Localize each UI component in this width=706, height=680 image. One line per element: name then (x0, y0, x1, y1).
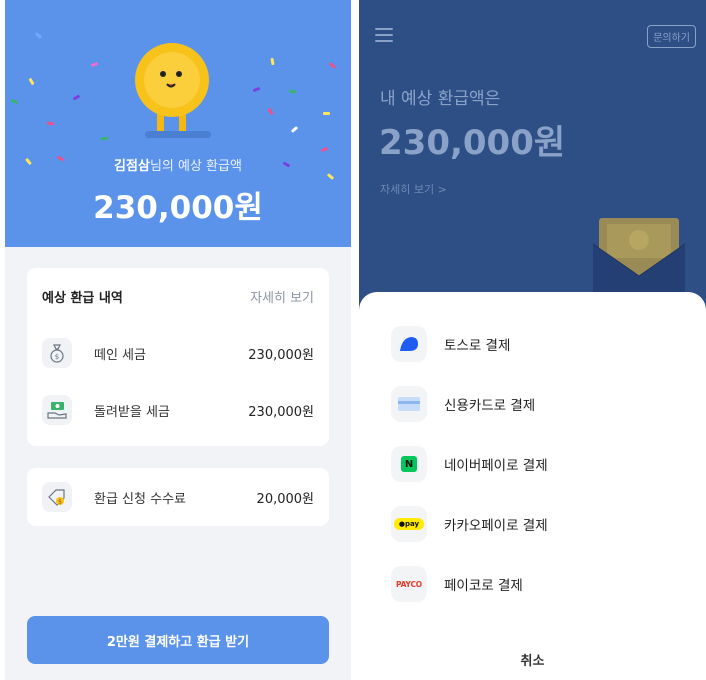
hamburger-menu-icon[interactable] (375, 28, 395, 42)
svg-text:$: $ (55, 353, 59, 361)
envelope-icon (592, 214, 686, 294)
confetti (10, 98, 19, 105)
refund-summary-screen: 김점삼님의 예상 환급액 230,000원 예상 환급 내역 자세히 보기 $ … (5, 0, 351, 680)
refund-breakdown-card: 예상 환급 내역 자세히 보기 $ 떼인 세금 230,000원 돌려받을 세금… (27, 268, 329, 446)
pay-option-toss[interactable]: 토스로 결제 (391, 326, 510, 362)
pay-option-payco[interactable]: PAYCO 페이코로 결제 (391, 566, 523, 602)
pay-and-refund-button[interactable]: 2만원 결제하고 환급 받기 (27, 616, 329, 664)
confetti (290, 126, 299, 133)
confetti (270, 57, 275, 66)
money-bag-icon: $ (42, 338, 72, 368)
confetti (34, 32, 43, 39)
pay-option-label: 토스로 결제 (444, 338, 511, 354)
confetti (328, 62, 337, 69)
pay-option-label: 페이코로 결제 (444, 578, 523, 594)
refund-amount: 230,000원 (379, 123, 566, 163)
refund-title: 내 예상 환급액은 (380, 89, 501, 109)
breakdown-row: 돌려받을 세금 230,000원 (42, 393, 314, 427)
row-label: 떼인 세금 (94, 347, 146, 363)
confetti (28, 77, 35, 86)
confetti (100, 136, 109, 141)
confetti (267, 107, 274, 116)
toss-icon (391, 326, 427, 362)
fee-row: $ 환급 신청 수수료 20,000원 (42, 480, 314, 514)
user-name: 김점삼 (114, 159, 150, 174)
cancel-button[interactable]: 취소 (359, 650, 706, 669)
row-value: 230,000원 (248, 347, 314, 363)
refund-amount: 230,000원 (93, 190, 263, 226)
credit-card-icon (391, 386, 427, 422)
breakdown-title: 예상 환급 내역 (42, 291, 123, 306)
confetti (323, 112, 330, 115)
confetti (320, 146, 329, 153)
payco-icon: PAYCO (391, 566, 427, 602)
naver-pay-mark: N (401, 456, 417, 472)
fee-tag-icon: $ (42, 482, 72, 512)
fee-value: 20,000원 (256, 491, 314, 507)
pay-option-label: 네이버페이로 결제 (444, 458, 548, 474)
cash-return-icon (42, 395, 72, 425)
refund-subtitle: 김점삼님의 예상 환급액 (5, 155, 351, 174)
breakdown-detail-link[interactable]: 자세히 보기 (250, 287, 314, 306)
confetti (326, 173, 335, 180)
pay-option-label: 신용카드로 결제 (444, 398, 536, 414)
detail-link[interactable]: 자세히 보기 > (380, 181, 447, 197)
confetti (72, 94, 81, 101)
subtitle-text: 님의 예상 환급액 (149, 159, 242, 174)
coin-mascot-icon (127, 38, 217, 138)
pay-option-naver-pay[interactable]: N 네이버페이로 결제 (391, 446, 548, 482)
inquiry-button[interactable]: 문의하기 (647, 25, 696, 48)
payment-method-screen: 문의하기 내 예상 환급액은 230,000원 자세히 보기 > 토스로 결제 (359, 0, 706, 680)
payco-mark: PAYCO (396, 579, 422, 589)
dimmed-header: 문의하기 내 예상 환급액은 230,000원 자세히 보기 > (359, 0, 706, 320)
kakao-pay-mark: ●pay (394, 518, 424, 530)
kakao-pay-icon: ●pay (391, 506, 427, 542)
refund-hero: 김점삼님의 예상 환급액 230,000원 (5, 0, 351, 247)
row-label: 돌려받을 세금 (94, 404, 170, 420)
breakdown-row: $ 떼인 세금 230,000원 (42, 336, 314, 370)
fee-card: $ 환급 신청 수수료 20,000원 (27, 468, 329, 526)
confetti (288, 89, 297, 94)
pay-option-kakao-pay[interactable]: ●pay 카카오페이로 결제 (391, 506, 548, 542)
confetti (46, 121, 55, 126)
row-value: 230,000원 (248, 404, 314, 420)
pay-option-label: 카카오페이로 결제 (444, 518, 548, 534)
fee-label: 환급 신청 수수료 (94, 491, 186, 507)
payment-bottom-sheet: 토스로 결제 신용카드로 결제 N 네이버페이로 결제 ●pay 카카오페이로 … (359, 292, 706, 680)
confetti (90, 61, 99, 68)
svg-text:$: $ (58, 499, 62, 506)
pay-option-credit-card[interactable]: 신용카드로 결제 (391, 386, 535, 422)
naver-pay-icon: N (391, 446, 427, 482)
confetti (252, 86, 261, 93)
